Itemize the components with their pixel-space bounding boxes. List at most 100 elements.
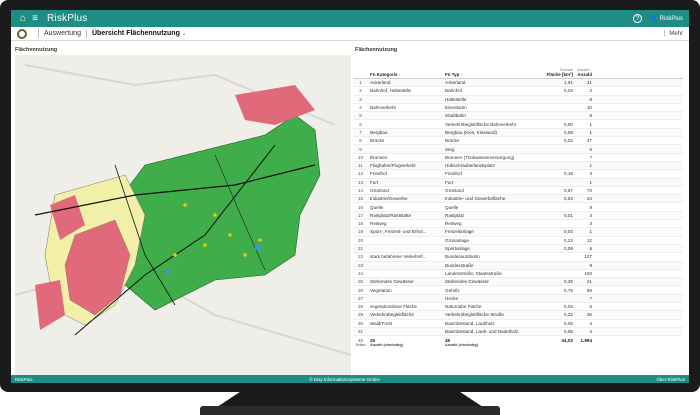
- table-row[interactable]: 27 Hecke 7: [353, 294, 683, 304]
- col-header-kategorie[interactable]: Fn Kategorie ↑: [368, 72, 443, 77]
- table-row[interactable]: 29 Verkehrsbegleitfläche Verkehrsbegleitfl…: [353, 311, 683, 320]
- cell-kategorie: Grünland: [370, 188, 389, 193]
- cell-kategorie: Rastplatz/Raststätte: [370, 212, 412, 218]
- cell-kategorie: Ackerland: [370, 80, 391, 86]
- cell-anzahl: 1: [589, 229, 592, 235]
- row-index: 15: [357, 196, 364, 202]
- app-title: RiskPlus: [47, 13, 88, 24]
- table-row[interactable]: 3 Haltestelle 6: [353, 95, 683, 104]
- table-row[interactable]: 20 Grünanlage 0,22 12: [353, 237, 683, 245]
- cell-typ: Ackerland: [445, 80, 466, 86]
- sort-asc-icon[interactable]: ↑: [461, 72, 463, 77]
- map-canvas[interactable]: [15, 55, 351, 383]
- cell-typ: Grünland: [445, 188, 464, 193]
- cell-flaeche: 0,18: [564, 171, 573, 177]
- chevron-down-icon[interactable]: ⌄: [182, 31, 186, 37]
- map-panel-title: Flächennutzung: [15, 47, 58, 53]
- map-view[interactable]: © www.openstreetmap.org/copyright: [15, 55, 351, 383]
- table-header: Fn Kategorie ↑ Fn Typ ↑ Summe Fläche [km²…: [353, 66, 683, 79]
- col-header-anzahl[interactable]: Anzahl... Anzahl: [576, 68, 596, 77]
- cell-kategorie: Bahnhof, Haltestelle: [370, 88, 412, 94]
- tab-uebersicht[interactable]: Übersicht Flächennutzung: [92, 30, 180, 37]
- row-index: 18: [357, 221, 364, 227]
- cell-flaeche: 0,32: [564, 312, 573, 318]
- table-row[interactable]: 31 Baumbestand, Laub- und Nadelholz 0,05 4: [353, 327, 683, 337]
- table-row[interactable]: 22 stark befahrene Verkehrsf... Bundesauto…: [353, 253, 683, 262]
- user-menu[interactable]: 👤 RiskPlus: [650, 15, 683, 23]
- cell-kategorie: Brücke: [370, 138, 385, 144]
- table-row[interactable]: 18 Reitweg Reitweg 3: [353, 220, 683, 229]
- table-row[interactable]: 11 Flughafen/Flugverkehr Hubschrauberlande…: [353, 161, 683, 171]
- cell-anzahl: 1: [589, 121, 592, 127]
- table-row[interactable]: 25 Stehendes Gewässer Stehendes Gewässer 0,…: [353, 278, 683, 287]
- sort-asc-icon[interactable]: ↑: [399, 72, 401, 77]
- row-index: 29: [357, 312, 364, 318]
- row-index: 21: [357, 246, 364, 252]
- table-row[interactable]: 7 Bergbau Bergbau (Kies, Kiessand) 0,06 1: [353, 128, 683, 138]
- cell-kategorie: Friedhof: [370, 171, 387, 177]
- footer-about-link[interactable]: Über RiskPlus: [656, 377, 685, 382]
- col-header-flaeche[interactable]: Summe Fläche [km²]: [531, 68, 576, 77]
- more-menu[interactable]: ⋮ Mehr: [662, 30, 683, 37]
- row-index: 6: [359, 121, 362, 127]
- table-row[interactable]: 21 Sportanlage 0,08 6: [353, 244, 683, 254]
- table-row[interactable]: 26 Vegetation Gehölz 0,79 59: [353, 286, 683, 295]
- cell-anzahl: 5: [589, 146, 592, 152]
- cell-flaeche: 0,01: [564, 212, 573, 218]
- cell-anzahl: 10: [586, 105, 592, 111]
- cell-typ: Stadtbahn: [445, 113, 466, 119]
- home-icon[interactable]: ⌂: [17, 13, 29, 24]
- table-row[interactable]: 17 Rastplatz/Raststätte Rastplatz 0,01 4: [353, 211, 683, 221]
- cell-anzahl: 1: [589, 179, 592, 185]
- row-index: 7: [359, 129, 362, 135]
- table-row[interactable]: 12 Friedhof Friedhof 0,18 3: [353, 170, 683, 179]
- cell-typ: Haltestelle: [445, 96, 467, 102]
- table-row[interactable]: 5 Stadtbahn 5: [353, 112, 683, 121]
- table-row[interactable]: 14 Grünland Grünland 0,87 73: [353, 187, 683, 196]
- row-index: 2: [359, 88, 362, 94]
- row-index: 31: [357, 329, 364, 335]
- table-row[interactable]: 19 Sport-, Freizeit- und Erhol... Freizeit…: [353, 228, 683, 237]
- cell-kategorie: Verkehrsbegleitfläche: [370, 312, 414, 318]
- logo-icon: [17, 28, 27, 39]
- cell-typ: Friedhof: [445, 171, 462, 177]
- table-row[interactable]: 28 vegetationslose Fläche Naturnahe Fläche…: [353, 303, 683, 312]
- user-icon: 👤: [650, 16, 658, 22]
- cell-typ: Gehölz: [445, 287, 460, 293]
- table-row[interactable]: 4 Bahnverkehr Eisenbahn 10: [353, 104, 683, 113]
- help-icon[interactable]: ?: [633, 14, 643, 23]
- menu-icon[interactable]: ≡: [29, 13, 41, 24]
- cell-anzahl: 2: [589, 88, 592, 94]
- table-row[interactable]: 16 Quelle Quelle 9: [353, 203, 683, 212]
- tab-auswertung[interactable]: Auswertung: [44, 30, 81, 37]
- cell-kategorie: stark befahrene Verkehrsf...: [370, 254, 427, 260]
- table-row[interactable]: 15 Industrie/Gewerbe Industrie- und Gewerb…: [353, 195, 683, 204]
- cell-typ: Grünanlage: [445, 237, 470, 243]
- table-row[interactable]: 10 Brunnen Brunnen (Trinkwasserversorgung)…: [353, 154, 683, 162]
- table-row[interactable]: 8 Brücke Brücke 0,02 47: [353, 137, 683, 146]
- table-row[interactable]: 13 Furt Furt 1: [353, 178, 683, 187]
- table-row[interactable]: 9 Steg 5: [353, 145, 683, 154]
- row-index: 19: [357, 229, 364, 235]
- table-row[interactable]: 6 Verkehrsbegleitfläche Bahnverkehr 0,00 1: [353, 120, 683, 129]
- row-index: 11: [358, 163, 363, 169]
- cell-anzahl: 59: [586, 287, 592, 293]
- table-row[interactable]: 30 Wald/Forst Baumbestand, Laubholz 0,05 4: [353, 320, 683, 328]
- cell-flaeche: 0,02: [564, 229, 573, 235]
- cell-typ: Verkehrsbegleitfläche Straße: [445, 312, 504, 318]
- cell-flaeche: 0,00: [564, 121, 573, 127]
- table-row[interactable]: 24 Landesstraße, Staatsstraße 160: [353, 270, 683, 279]
- cell-kategorie: Quelle: [370, 204, 384, 210]
- table-row[interactable]: 23 Bundesstraße 9: [353, 261, 683, 270]
- col-header-typ[interactable]: Fn Typ ↑: [443, 72, 531, 77]
- row-index: 26: [357, 287, 364, 293]
- cell-anzahl: 73: [586, 188, 592, 193]
- table-row[interactable]: 1 Ackerland Ackerland 1,91 31: [353, 79, 683, 88]
- data-table: Fn Kategorie ↑ Fn Typ ↑ Summe Fläche [km²…: [353, 66, 683, 347]
- row-index: 17: [357, 212, 364, 218]
- table-row[interactable]: 2 Bahnhof, Haltestelle Bahnhof 0,02 2: [353, 87, 683, 96]
- cell-flaeche: 0,79: [564, 287, 573, 293]
- footer-copyright: © Disy Informationssysteme GmbH: [309, 376, 380, 382]
- cell-typ: Hubschrauberlandeplatz: [445, 163, 495, 169]
- table-footer: 45 Zeilen 25 Anzahl (eindeutig) 45 Anzahl (…: [355, 338, 592, 348]
